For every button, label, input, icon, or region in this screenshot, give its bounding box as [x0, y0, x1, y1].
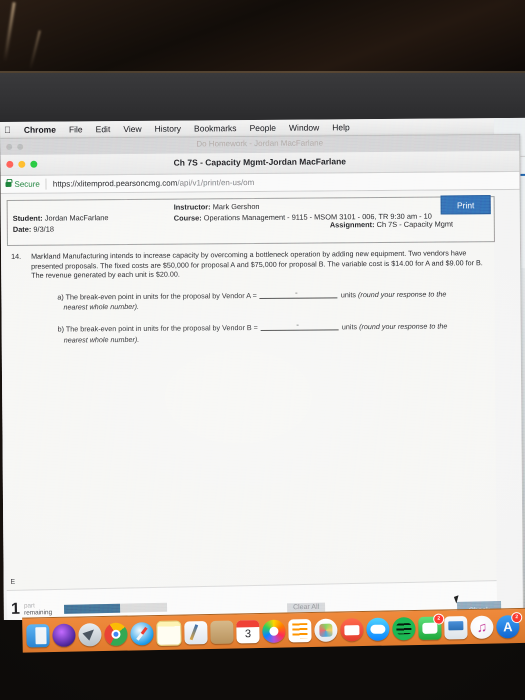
notes-icon[interactable] — [156, 620, 182, 646]
finder-icon[interactable] — [26, 623, 50, 647]
secure-label: Secure — [14, 179, 40, 189]
menu-item-chrome[interactable]: Chrome — [24, 125, 56, 135]
menu-item-edit[interactable]: Edit — [96, 124, 111, 134]
app-store-icon[interactable]: 2 — [496, 611, 523, 638]
pages-icon[interactable] — [184, 620, 208, 644]
background-tab-title[interactable]: Do Homework - Jordan MacFarlane — [0, 137, 519, 150]
student-info: Student: Jordan MacFarlane Date: 9/3/18 — [13, 212, 109, 235]
preview-icon[interactable] — [314, 618, 338, 642]
window-title: Ch 7S - Capacity Mgmt-Jordan MacFarlane — [173, 156, 347, 168]
assignment-value: Ch 7S - Capacity Mgmt — [376, 219, 454, 230]
launchpad-icon[interactable] — [78, 622, 102, 646]
photos-icon[interactable] — [262, 619, 286, 643]
question-block: 14. Markland Manufacturing intends to in… — [7, 248, 493, 344]
lock-icon — [5, 181, 12, 187]
student-value: Jordan MacFarlane — [44, 213, 109, 223]
part-a-label: a) The break-even point in units for the… — [57, 290, 257, 302]
part-b-instruction-2: nearest whole number). — [63, 334, 140, 345]
question-text: Markland Manufacturing intends to increa… — [31, 248, 490, 345]
reminders-icon[interactable] — [288, 618, 312, 642]
course-label: Course: — [173, 212, 202, 223]
apple-menu-icon[interactable]:  — [4, 125, 11, 135]
question-part-a: a) The break-even point in units for the… — [31, 288, 489, 313]
question-number: 14. — [11, 251, 22, 261]
calendar-icon[interactable] — [236, 619, 260, 643]
spotify-icon[interactable] — [392, 616, 416, 640]
part-a-answer-input[interactable] — [259, 289, 338, 299]
light-glint-secondary — [29, 30, 41, 70]
keynote-icon[interactable] — [444, 615, 468, 639]
url-path: /api/v1/print/en-us/om — [177, 178, 255, 188]
menu-item-help[interactable]: Help — [332, 122, 350, 132]
menu-item-file[interactable]: File — [69, 124, 83, 134]
url-domain: https://xlitemprod.pearsoncmg.com — [52, 178, 178, 189]
question-stem: Markland Manufacturing intends to increa… — [31, 248, 483, 280]
chrome-icon[interactable] — [104, 622, 128, 646]
dock-container: 22 — [0, 602, 525, 664]
system-preferences-icon[interactable] — [210, 620, 234, 644]
part-b-answer-input[interactable] — [260, 321, 339, 331]
menu-item-people[interactable]: People — [250, 123, 277, 133]
menu-item-window[interactable]: Window — [289, 122, 319, 132]
instructor-label: Instructor: — [173, 202, 211, 212]
part-a-instruction: (round your response to the — [357, 289, 447, 299]
chrome-window: Do Homework - Jordan MacFarlane Ch 7S - … — [0, 133, 524, 625]
parts-word: part — [23, 602, 35, 610]
assignment-info-box: Student: Jordan MacFarlane Date: 9/3/18 … — [6, 196, 495, 246]
clipped-left-text: E — [10, 578, 16, 586]
facetime-icon[interactable]: 2 — [418, 612, 445, 640]
notification-badge: 2 — [433, 612, 445, 625]
screen-surface:  Chrome File Edit View History Bookmark… — [0, 117, 525, 625]
assignment-label: Assignment: — [329, 220, 375, 230]
menu-item-bookmarks[interactable]: Bookmarks — [194, 123, 237, 133]
itunes-icon[interactable] — [470, 615, 494, 639]
part-b-label: b) The break-even point in units for the… — [57, 322, 258, 334]
messages-icon[interactable] — [366, 617, 390, 641]
menu-item-view[interactable]: View — [123, 124, 141, 134]
part-a-unit: units — [340, 289, 357, 300]
student-label: Student: — [12, 213, 43, 223]
part-a-instruction-2: nearest whole number). — [63, 302, 140, 312]
macos-dock[interactable]: 22 — [22, 607, 525, 653]
print-button[interactable]: Print — [440, 195, 491, 215]
date-label: Date: — [12, 224, 32, 234]
light-glint — [3, 2, 16, 62]
page-content: Student: Jordan MacFarlane Date: 9/3/18 … — [0, 189, 523, 625]
part-b-unit: units — [341, 322, 358, 332]
menu-item-history[interactable]: History — [155, 124, 182, 134]
siri-icon[interactable] — [52, 623, 76, 647]
date-value: 9/3/18 — [33, 224, 54, 234]
safari-icon[interactable] — [130, 621, 154, 645]
assignment-info: Assignment: Ch 7S - Capacity Mgmt — [330, 219, 453, 229]
instructor-value: Mark Gershon — [212, 201, 260, 212]
question-part-b: b) The break-even point in units for the… — [32, 320, 490, 345]
dark-room-background — [0, 0, 525, 75]
laptop-bezel — [0, 71, 525, 123]
notification-badge: 2 — [511, 611, 523, 623]
divider — [45, 178, 47, 190]
part-b-instruction: (round your response to the — [359, 321, 448, 332]
ibooks-icon[interactable] — [340, 617, 364, 641]
printable-worksheet: Student: Jordan MacFarlane Date: 9/3/18 … — [3, 193, 497, 597]
window-title-bar: Ch 7S - Capacity Mgmt-Jordan MacFarlane — [0, 150, 520, 176]
photographed-laptop-screen:  Chrome File Edit View History Bookmark… — [0, 0, 525, 700]
